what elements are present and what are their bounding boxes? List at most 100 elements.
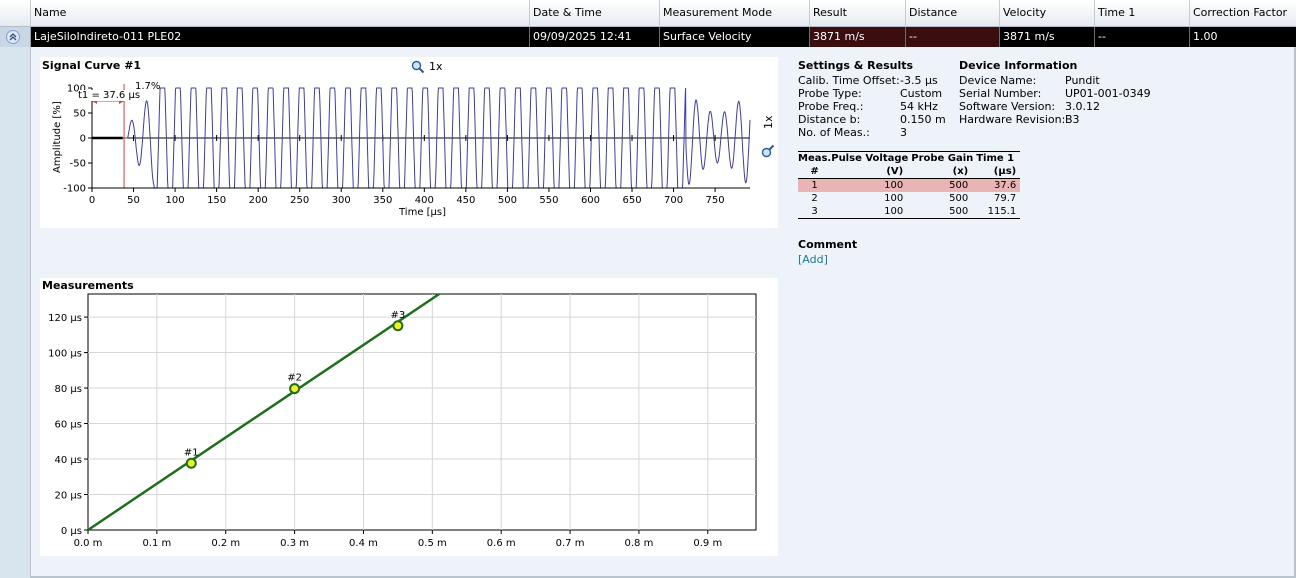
add-comment-link[interactable]: [Add]: [798, 253, 828, 266]
measurements-x-tick-label: 0.1 m: [142, 538, 171, 549]
signal-x-tick-label: 150: [207, 195, 226, 206]
col-header-name[interactable]: Name: [31, 0, 530, 26]
cell-velocity[interactable]: 3871 m/s: [1000, 27, 1095, 47]
table-cell: 500: [949, 193, 969, 204]
table-cell: 500: [949, 180, 969, 191]
signal-y-axis-label: Amplitude [%]: [52, 101, 63, 173]
cell-date-time[interactable]: 09/09/2025 12:41: [530, 27, 660, 47]
setting-value: 0.150 m: [900, 113, 946, 126]
th-time1: Time 1: [976, 153, 1015, 164]
col-header-measurement-mode[interactable]: Measurement Mode: [660, 0, 810, 26]
measurement-point: [185, 457, 197, 469]
cell-correction-factor[interactable]: 1.00: [1190, 27, 1296, 47]
signal-y-tick-label: 0: [80, 134, 86, 145]
measurement-row[interactable]: LajeSiloIndireto-011 PLE02 09/09/2025 12…: [0, 27, 1296, 47]
table-cell: 100: [884, 206, 904, 217]
measurements-y-tick-label: 20 µs: [55, 491, 82, 502]
measurement-point-label: #2: [287, 373, 302, 384]
measurements-y-tick-label: 0 µs: [61, 526, 82, 537]
th-sub-meas: #: [810, 166, 819, 177]
signal-x-tick-label: 500: [498, 195, 517, 206]
comment-title: Comment: [798, 238, 858, 251]
table-cell: 37.6: [993, 180, 1017, 191]
cell-name[interactable]: LajeSiloIndireto-011 PLE02: [31, 27, 530, 47]
percent-label: 1.7%: [135, 81, 161, 92]
cell-time1[interactable]: --: [1095, 27, 1190, 47]
setting-label: Calib. Time Offset:: [798, 74, 900, 87]
measurements-x-tick-label: 0.9 m: [693, 538, 722, 549]
cell-mode[interactable]: Surface Velocity: [660, 27, 810, 47]
device-info-value: 3.0.12: [1065, 100, 1100, 113]
left-gutter: [0, 47, 31, 578]
measurements-y-tick-label: 80 µs: [55, 384, 82, 395]
signal-x-tick-label: 350: [373, 195, 392, 206]
col-header-result[interactable]: Result: [810, 0, 906, 26]
table-cell: 500: [949, 206, 969, 217]
device-info-label: Serial Number:: [959, 87, 1042, 100]
device-info-title: Device Information: [959, 59, 1078, 72]
signal-x-tick-label: 550: [539, 195, 558, 206]
th-sub-time: (µs): [993, 166, 1017, 177]
col-header-expand[interactable]: [0, 0, 31, 26]
signal-x-tick-label: 600: [581, 195, 600, 206]
signal-x-axis-label: Time [µs]: [399, 207, 447, 218]
measurements-x-tick-label: 0.0 m: [74, 538, 103, 549]
settings-title: Settings & Results: [798, 59, 914, 72]
device-info-label: Software Version:: [959, 100, 1056, 113]
signal-y-tick-label: -100: [63, 184, 86, 195]
signal-curve-panel: Signal Curve #1 1x 1x 100 50 0 -50 -100 0 50 10…: [40, 57, 778, 228]
expand-cell[interactable]: [0, 27, 31, 47]
setting-label: Distance b:: [798, 113, 861, 126]
table-cell: 100: [884, 193, 904, 204]
measurements-x-tick-label: 0.3 m: [280, 538, 309, 549]
device-info-label: Hardware Revision:: [959, 113, 1066, 126]
th-meas: Meas.: [798, 153, 832, 164]
th-pulse-voltage: Pulse Voltage: [831, 153, 909, 164]
measurements-y-tick-label: 40 µs: [55, 455, 82, 466]
col-header-time1[interactable]: Time 1: [1095, 0, 1190, 26]
measurements-panel: Measurements #1 #2 #3 0.0 m 0.1 m 0.2 m 0.3 m…: [40, 278, 778, 556]
table-row[interactable]: 1 100 500 37.6: [798, 178, 1021, 192]
measurements-x-tick-label: 0.6 m: [487, 538, 516, 549]
signal-y-tick-label: -50: [70, 159, 86, 170]
table-cell: 100: [884, 180, 904, 191]
cell-distance[interactable]: --: [906, 27, 1000, 47]
signal-x-tick-label: 650: [622, 195, 641, 206]
signal-x-tick-label: 750: [706, 195, 725, 206]
measurement-table: Meas. Pulse Voltage Probe Gain Time 1 # …: [798, 151, 1021, 219]
device-info-value: Pundit: [1065, 74, 1100, 87]
table-cell: 115.1: [987, 206, 1017, 217]
col-header-velocity[interactable]: Velocity: [1000, 0, 1095, 26]
measurements-x-tick-label: 0.7 m: [556, 538, 585, 549]
signal-y-tick-label: 50: [73, 109, 86, 120]
measurement-point-label: #3: [391, 310, 406, 321]
table-row[interactable]: 2 100 500 79.7: [798, 192, 1020, 205]
th-sub-gain: (x): [952, 166, 969, 177]
measurements-chart: #1 #2 #3 0.0 m 0.1 m 0.2 m 0.3 m 0.4 m 0.5 m 0.6…: [48, 292, 757, 549]
signal-x-tick-label: 0: [89, 195, 95, 206]
table-row[interactable]: 3 100 500 115.1: [798, 205, 1021, 219]
measurements-x-tick-label: 0.5 m: [418, 538, 447, 549]
setting-label: No. of Meas.:: [798, 126, 870, 139]
measurements-y-tick-label: 60 µs: [55, 420, 82, 431]
signal-x-tick-label: 250: [290, 195, 309, 206]
table-cell: 1: [811, 180, 818, 191]
t1-marker-label: t1 = 37.6 µs: [78, 90, 141, 101]
signal-x-tick-label: 700: [664, 195, 683, 206]
measurements-x-tick-label: 0.2 m: [211, 538, 240, 549]
setting-value: 54 kHz: [900, 100, 938, 113]
col-header-correction-factor[interactable]: Correction Factor: [1190, 0, 1296, 26]
measurement-point: [392, 320, 404, 332]
collapse-icon[interactable]: [6, 30, 20, 44]
setting-label: Probe Type:: [798, 87, 862, 100]
setting-label: Probe Freq.:: [798, 100, 864, 113]
col-header-date-time[interactable]: Date & Time: [530, 0, 660, 26]
table-cell: 2: [811, 193, 818, 204]
cell-result[interactable]: 3871 m/s: [810, 27, 906, 47]
device-info-value: B3: [1065, 113, 1080, 126]
measurements-x-tick-label: 0.8 m: [625, 538, 654, 549]
measurements-x-tick-label: 0.4 m: [349, 538, 378, 549]
col-header-distance[interactable]: Distance: [906, 0, 1000, 26]
signal-x-tick-label: 50: [127, 195, 140, 206]
device-info-label: Device Name:: [959, 74, 1037, 87]
